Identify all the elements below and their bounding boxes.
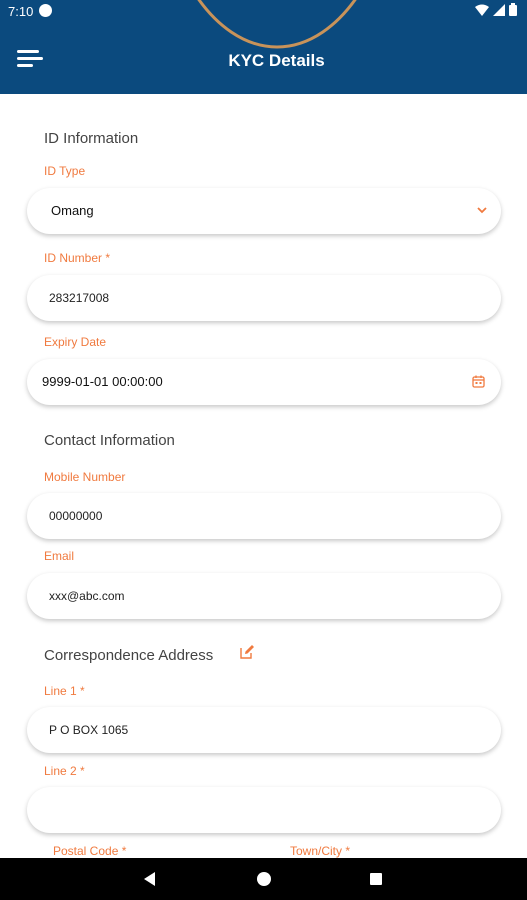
kyc-form: ID Information ID Type Omang ID Number *… <box>0 94 527 858</box>
id-type-value: Omang <box>51 203 94 218</box>
app-notification-icon <box>39 4 52 17</box>
signal-icon <box>493 3 505 16</box>
email-value: xxx@abc.com <box>49 589 125 603</box>
line2-field[interactable] <box>27 787 501 833</box>
page-title: KYC Details <box>228 51 325 70</box>
line2-label: Line 2 * <box>44 764 85 778</box>
system-navigation-bar <box>0 858 527 900</box>
status-bar: 7:10 <box>0 0 527 22</box>
status-time: 7:10 <box>8 4 34 19</box>
recent-apps-icon[interactable] <box>370 873 382 885</box>
expiry-date-label: Expiry Date <box>44 335 107 349</box>
contact-information-heading: Contact Information <box>44 432 175 449</box>
email-label: Email <box>44 549 75 563</box>
id-information-heading: ID Information <box>44 130 139 147</box>
id-number-field[interactable]: 283217008 <box>27 275 501 321</box>
mobile-number-value: 00000000 <box>49 509 103 523</box>
expiry-date-field[interactable]: 9999-01-01 00:00:00 <box>27 359 501 405</box>
town-city-label: Town/City * <box>290 844 351 858</box>
id-type-select[interactable]: Omang <box>27 188 501 234</box>
expiry-date-value: 9999-01-01 00:00:00 <box>42 374 163 389</box>
id-number-label: ID Number * <box>44 251 111 265</box>
mobile-number-field[interactable]: 00000000 <box>27 493 501 539</box>
back-icon[interactable] <box>144 872 156 886</box>
wifi-icon <box>475 4 489 16</box>
line1-label: Line 1 * <box>44 684 85 698</box>
edit-icon[interactable] <box>240 644 255 659</box>
email-field[interactable]: xxx@abc.com <box>27 573 501 619</box>
chevron-down-icon <box>477 207 487 214</box>
app-header: 7:10 KYC Details <box>0 0 527 94</box>
postal-code-label: Postal Code * <box>53 844 127 858</box>
calendar-icon[interactable] <box>472 375 485 388</box>
correspondence-address-heading: Correspondence Address <box>44 647 214 664</box>
line1-value: P O BOX 1065 <box>49 723 129 737</box>
line1-field[interactable]: P O BOX 1065 <box>27 707 501 753</box>
home-icon[interactable] <box>257 872 271 886</box>
mobile-number-label: Mobile Number <box>44 470 126 484</box>
id-type-label: ID Type <box>44 164 86 178</box>
battery-icon <box>509 3 517 16</box>
id-number-value: 283217008 <box>49 291 110 305</box>
